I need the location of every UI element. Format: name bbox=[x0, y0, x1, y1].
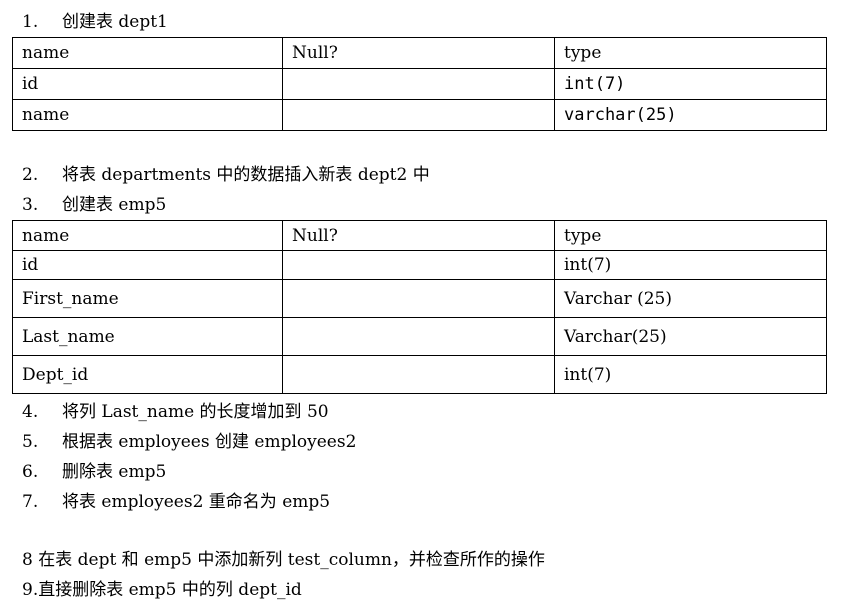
step-6: 6. 删除表 emp5 bbox=[22, 460, 166, 484]
cell-type: varchar(25) bbox=[554, 99, 827, 131]
step-text: 将表 employees2 重命名为 emp5 bbox=[62, 492, 331, 512]
step-text: 创建表 emp5 bbox=[62, 195, 167, 215]
step-text: 根据表 employees 创建 employees2 bbox=[62, 432, 357, 452]
table-row: First_name Varchar (25) bbox=[12, 279, 827, 318]
header-cell-name: name bbox=[12, 37, 283, 69]
step-text: 将表 departments 中的数据插入新表 dept2 中 bbox=[62, 165, 430, 185]
step-8: 8 在表 dept 和 emp5 中添加新列 test_column，并检查所作… bbox=[22, 548, 545, 572]
step-text: 创建表 dept1 bbox=[62, 12, 168, 32]
step-number: 1. bbox=[22, 12, 39, 32]
cell-name: Last_name bbox=[12, 317, 283, 356]
cell-name: Dept_id bbox=[12, 355, 283, 394]
table-row: Last_name Varchar(25) bbox=[12, 317, 827, 356]
cell-name: name bbox=[12, 99, 283, 131]
cell-null bbox=[282, 250, 555, 280]
step-text: 将列 Last_name 的长度增加到 50 bbox=[62, 402, 329, 422]
step-number: 3. bbox=[22, 195, 39, 215]
cell-null bbox=[282, 355, 555, 394]
cell-name: id bbox=[12, 68, 283, 100]
table-row: name varchar(25) bbox=[12, 99, 827, 131]
cell-null bbox=[282, 99, 555, 131]
step-number: 4. bbox=[22, 402, 39, 422]
table-row: Dept_id int(7) bbox=[12, 355, 827, 394]
step-number: 5. bbox=[22, 432, 39, 452]
step-9: 9.直接删除表 emp5 中的列 dept_id bbox=[22, 578, 302, 602]
header-cell-name: name bbox=[12, 220, 283, 251]
header-cell-type: type bbox=[554, 37, 827, 69]
step-text: 9.直接删除表 emp5 中的列 dept_id bbox=[22, 580, 302, 600]
header-cell-type: type bbox=[554, 220, 827, 251]
step-number: 6. bbox=[22, 462, 39, 482]
cell-type: Varchar(25) bbox=[554, 317, 827, 356]
cell-null bbox=[282, 279, 555, 318]
table-row: id int(7) bbox=[12, 68, 827, 100]
header-cell-null: Null? bbox=[282, 37, 555, 69]
step-number: 2. bbox=[22, 165, 39, 185]
step-7: 7. 将表 employees2 重命名为 emp5 bbox=[22, 490, 330, 514]
cell-type: int(7) bbox=[554, 355, 827, 394]
step-4: 4. 将列 Last_name 的长度增加到 50 bbox=[22, 400, 329, 424]
table-dept1: name Null? type id int(7) name varchar(2… bbox=[12, 37, 827, 131]
cell-name: First_name bbox=[12, 279, 283, 318]
step-3: 3. 创建表 emp5 bbox=[22, 193, 166, 217]
cell-null bbox=[282, 68, 555, 100]
cell-name: id bbox=[12, 250, 283, 280]
step-text: 删除表 emp5 bbox=[62, 462, 167, 482]
cell-null bbox=[282, 317, 555, 356]
step-2: 2. 将表 departments 中的数据插入新表 dept2 中 bbox=[22, 163, 430, 187]
cell-type: Varchar (25) bbox=[554, 279, 827, 318]
cell-type: int(7) bbox=[554, 68, 827, 100]
table-emp5: name Null? type id int(7) First_name Var… bbox=[12, 220, 827, 394]
step-number: 7. bbox=[22, 492, 39, 512]
header-cell-null: Null? bbox=[282, 220, 555, 251]
table-header-row: name Null? type bbox=[12, 220, 827, 251]
table-header-row: name Null? type bbox=[12, 37, 827, 69]
table-row: id int(7) bbox=[12, 250, 827, 280]
step-text: 8 在表 dept 和 emp5 中添加新列 test_column，并检查所作… bbox=[22, 550, 545, 570]
step-5: 5. 根据表 employees 创建 employees2 bbox=[22, 430, 356, 454]
cell-type: int(7) bbox=[554, 250, 827, 280]
step-1: 1. 创建表 dept1 bbox=[22, 10, 168, 34]
